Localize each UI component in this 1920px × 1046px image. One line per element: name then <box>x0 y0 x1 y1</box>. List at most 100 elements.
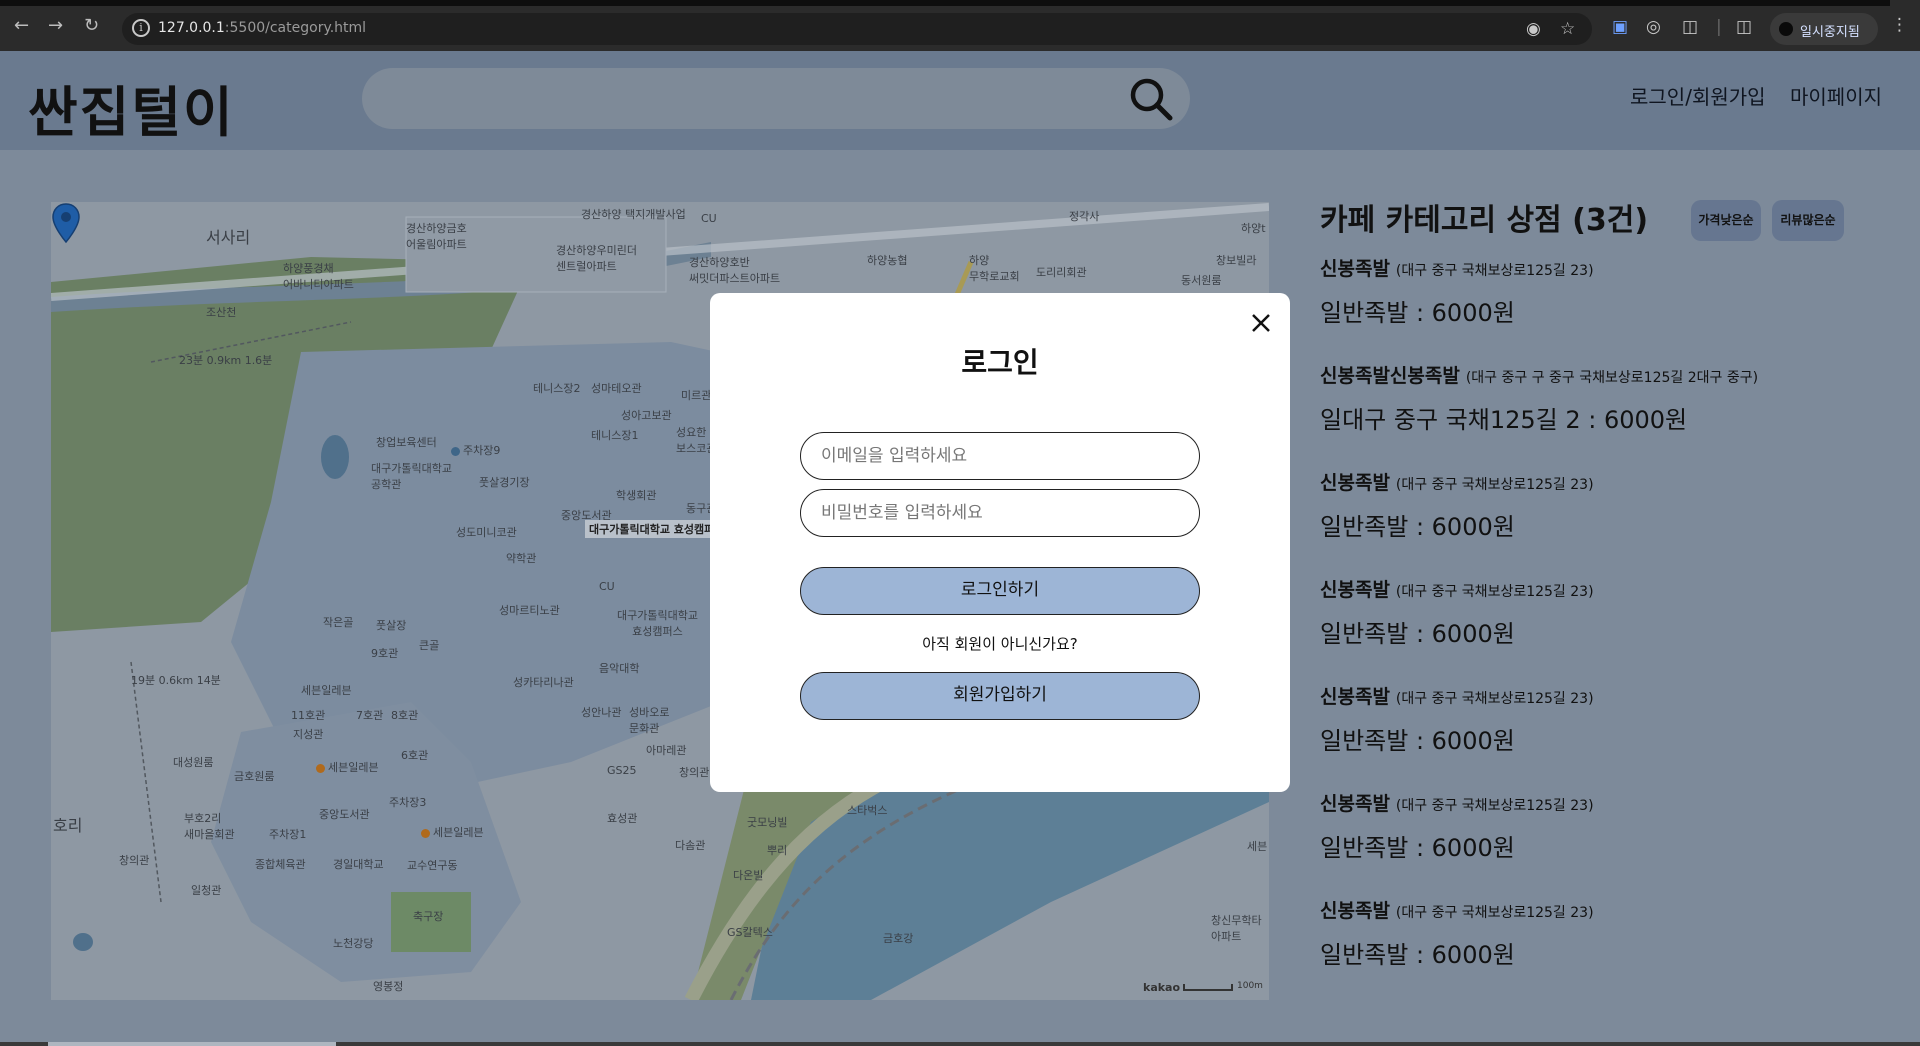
divider: | <box>1716 17 1722 37</box>
map-label: 성도미니코관 <box>456 526 517 539</box>
tab-strip <box>0 0 1890 6</box>
map-label: 성마르티노관 <box>499 604 560 617</box>
store-name-row: 신봉족발 (대구 중구 국채보상로125길 23) <box>1320 682 1900 709</box>
map-label: 경산하양호반 써밋더파스트아파트 <box>689 256 781 285</box>
map-label: 하양농협 <box>867 254 908 267</box>
store-address: (대구 중구 구 중구 국채보상로125길 2대구 중구) <box>1465 370 1759 386</box>
profile-button[interactable]: 일시중지됨 <box>1770 13 1878 45</box>
sidepanel-icon[interactable]: ◫ <box>1736 17 1752 37</box>
puzzle-icon[interactable]: ◫ <box>1682 17 1698 37</box>
mypage-link[interactable]: 마이페이지 <box>1790 81 1882 110</box>
password-field[interactable] <box>800 489 1200 537</box>
eye-off-icon[interactable]: ◉ <box>1526 19 1541 39</box>
map-label: 굿모닝빌 <box>747 816 788 829</box>
url-text[interactable]: 127.0.0.1:5500/category.html <box>158 20 366 36</box>
signup-button[interactable]: 회원가입하기 <box>800 672 1200 720</box>
menu-icon[interactable]: ⋮ <box>1891 15 1908 35</box>
login-button[interactable]: 로그인하기 <box>800 567 1200 615</box>
store-name: 신봉족발 <box>1320 686 1390 708</box>
map-label: 테니스장2 <box>533 382 581 395</box>
store-name: 신봉족발 <box>1320 579 1390 601</box>
map-label: 풋살경기장 <box>479 476 530 489</box>
store-address: (대구 중구 국채보상로125길 23) <box>1395 584 1594 600</box>
map-label: 대성원룸 <box>173 756 214 769</box>
store-address: (대구 중구 국채보상로125길 23) <box>1395 263 1594 279</box>
list-title: 카페 카테고리 상점 (3건) <box>1320 203 1649 238</box>
store-item[interactable]: 신봉족발 (대구 중구 국채보상로125길 23) 일반족발 : 6000원 <box>1320 468 1900 542</box>
map-label: 뿌리 <box>767 844 788 857</box>
store-name: 신봉족발 <box>1320 900 1390 922</box>
search-input[interactable] <box>362 68 1190 129</box>
avatar <box>1779 22 1793 36</box>
store-name: 신봉족발 <box>1320 472 1390 494</box>
map-scale-bar <box>1183 984 1233 991</box>
store-item[interactable]: 신봉족발신봉족발 (대구 중구 구 중구 국채보상로125길 2대구 중구) 일대… <box>1320 361 1900 435</box>
map-label: 경산하양금호 어울림아파트 <box>406 222 467 251</box>
forward-icon[interactable]: → <box>48 17 63 35</box>
reload-icon[interactable]: ↻ <box>84 17 99 35</box>
map-label: 9호관 <box>371 647 399 660</box>
map-label: 호리 <box>53 816 83 835</box>
map-label: 세븐일레븐 <box>421 824 484 840</box>
sort-review-button[interactable]: 리뷰많은순 <box>1772 200 1844 241</box>
map-label: 창의관 <box>119 854 150 867</box>
star-icon[interactable]: ☆ <box>1560 19 1575 39</box>
store-address: (대구 중구 국채보상로125길 23) <box>1395 905 1594 921</box>
scrollbar-thumb[interactable] <box>48 1042 336 1046</box>
site-header: 싼집털이 로그인/회원가입 마이페이지 <box>0 51 1920 150</box>
close-icon[interactable] <box>1248 310 1274 336</box>
map-label: 23분 0.9km 1.6분 <box>179 354 273 367</box>
map-label: 노천강당 <box>333 937 374 950</box>
sort-price-button[interactable]: 가격낮은순 <box>1691 200 1761 241</box>
store-menu: 일반족발 : 6000원 <box>1320 727 1515 755</box>
store-address: (대구 중구 국채보상로125길 23) <box>1395 691 1594 707</box>
map-label: 약학관 <box>506 552 537 565</box>
store-name: 신봉족발 <box>1320 258 1390 280</box>
map-label: 성안나관 <box>581 706 622 719</box>
map-label: 금호강 <box>883 932 914 945</box>
store-address: (대구 중구 국채보상로125길 23) <box>1395 477 1594 493</box>
map-label: 11호관 <box>291 709 326 722</box>
address-bar[interactable]: i 127.0.0.1:5500/category.html ◉ ☆ <box>122 13 1592 45</box>
map-label: 주차장1 <box>269 828 307 841</box>
map-label: 창업보육센터 <box>376 436 437 449</box>
map-label: 교수연구동 <box>407 859 458 872</box>
map-label: 경일대학교 <box>333 858 384 871</box>
store-item[interactable]: 신봉족발 (대구 중구 국채보상로125길 23) 일반족발 : 6000원 <box>1320 254 1900 328</box>
site-info-icon[interactable]: i <box>132 19 150 37</box>
store-name-row: 신봉족발 (대구 중구 국채보상로125길 23) <box>1320 468 1900 495</box>
map-label: CU <box>599 580 615 593</box>
store-item[interactable]: 신봉족발 (대구 중구 국채보상로125길 23) 일반족발 : 6000원 <box>1320 789 1900 863</box>
extension-icon[interactable]: ▣ <box>1612 17 1628 37</box>
map-label: 학생회관 <box>616 489 657 502</box>
map-label: 다솜관 <box>675 839 706 852</box>
store-item[interactable]: 신봉족발 (대구 중구 국채보상로125길 23) 일반족발 : 6000원 <box>1320 682 1900 756</box>
store-menu: 일반족발 : 6000원 <box>1320 620 1515 648</box>
store-name: 신봉족발 <box>1320 793 1390 815</box>
site-logo[interactable]: 싼집털이 <box>28 68 235 147</box>
back-icon[interactable]: ← <box>14 17 29 35</box>
store-menu: 일대구 중구 국채125길 2 : 6000원 <box>1320 406 1688 434</box>
email-field[interactable] <box>800 432 1200 480</box>
store-item[interactable]: 신봉족발 (대구 중구 국채보상로125길 23) 일반족발 : 6000원 <box>1320 575 1900 649</box>
store-menu: 일반족발 : 6000원 <box>1320 299 1515 327</box>
search-icon[interactable] <box>1128 76 1174 122</box>
map-label: 작은골 <box>323 616 354 629</box>
browser-chrome: ← → ↻ i 127.0.0.1:5500/category.html ◉ ☆… <box>0 0 1920 51</box>
store-menu: 일반족발 : 6000원 <box>1320 834 1515 862</box>
map-label: 서사리 <box>206 228 251 247</box>
signup-hint: 아직 회원이 아니신가요? <box>922 635 1078 653</box>
map-label: 아마레관 <box>646 744 687 757</box>
map-label: 대구가톨릭대학교 효성캠퍼스 <box>617 609 698 638</box>
map-label: 중앙도서관 <box>319 808 370 821</box>
compass-icon[interactable]: ◎ <box>1646 17 1661 37</box>
store-item[interactable]: 신봉족발 (대구 중구 국채보상로125길 23) 일반족발 : 6000원 <box>1320 896 1900 970</box>
map-label: 세븐 <box>1247 840 1268 853</box>
login-signup-link[interactable]: 로그인/회원가입 <box>1630 81 1766 110</box>
horizontal-scrollbar[interactable] <box>0 1042 1920 1046</box>
modal-title: 로그인 <box>961 346 1039 379</box>
map-label: 성아고보관 <box>621 409 672 422</box>
map-label: 테니스장1 <box>591 429 639 442</box>
map-pin-icon[interactable] <box>51 202 81 246</box>
map-label: 창신무학타 아파트 <box>1211 914 1262 943</box>
